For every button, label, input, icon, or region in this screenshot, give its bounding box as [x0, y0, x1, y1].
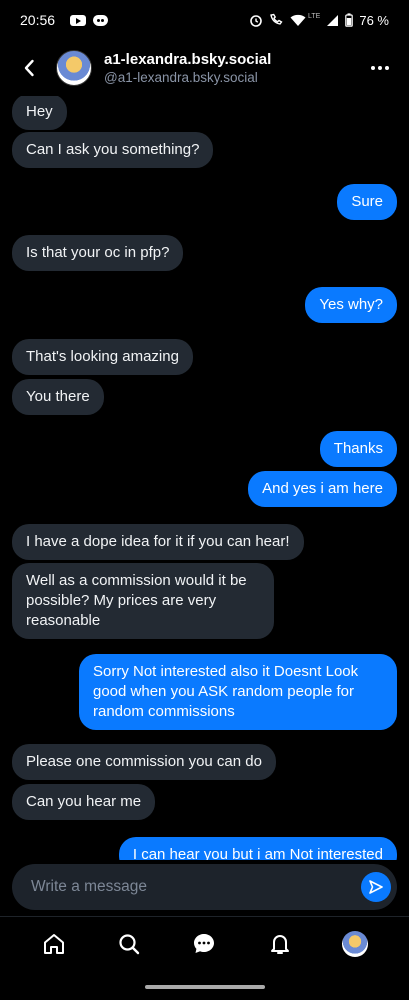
display-name: a1-lexandra.bsky.social — [104, 51, 272, 68]
tab-profile[interactable] — [335, 924, 375, 964]
battery-percentage: 76 % — [359, 12, 389, 28]
conversation-header: a1-lexandra.bsky.social @a1-lexandra.bsk… — [0, 40, 409, 96]
profile-info[interactable]: a1-lexandra.bsky.social @a1-lexandra.bsk… — [104, 51, 271, 85]
message-bubble-incoming[interactable]: Can you hear me — [12, 784, 156, 820]
clock: 20:56 — [20, 12, 56, 28]
cell-signal-icon — [327, 14, 339, 26]
message-bubble-incoming[interactable]: Please one commission you can do — [12, 744, 276, 780]
chat-bubble-icon — [194, 933, 215, 953]
message-bubble-incoming[interactable]: Hey — [12, 96, 67, 130]
message-bubble-incoming[interactable]: Can I ask you something? — [12, 132, 214, 168]
chevron-left-icon — [24, 59, 34, 77]
message-bubble-incoming[interactable]: You there — [12, 379, 104, 415]
send-icon — [369, 880, 383, 894]
message-bubble-outgoing[interactable]: Sure — [337, 184, 397, 220]
dot-icon — [385, 66, 389, 70]
avatar[interactable] — [56, 50, 92, 86]
wifi-call-icon — [270, 13, 283, 25]
tab-home[interactable] — [34, 924, 74, 964]
message-bubble-outgoing[interactable]: I can hear you but i am Not interested — [118, 837, 397, 860]
message-bubble-outgoing[interactable]: Thanks — [319, 431, 397, 467]
back-button[interactable] — [14, 53, 44, 83]
message-bubble-outgoing[interactable]: Yes why? — [305, 287, 397, 323]
profile-avatar — [342, 930, 369, 957]
battery-icon — [345, 13, 354, 27]
bottom-tab-bar — [0, 916, 409, 970]
message-bubble-outgoing[interactable]: Sorry Not interested also it Doesnt Look… — [79, 654, 397, 730]
lte-label: LTE — [308, 12, 321, 20]
alarm-icon — [250, 15, 262, 27]
bell-icon — [270, 934, 289, 954]
wifi-icon — [290, 14, 306, 26]
message-composer — [12, 864, 397, 910]
tab-notifications[interactable] — [260, 924, 300, 964]
message-bubble-incoming[interactable]: That's looking amazing — [12, 339, 193, 375]
handle: @a1-lexandra.bsky.social — [104, 70, 258, 85]
tab-search[interactable] — [109, 924, 149, 964]
status-bar: 20:56 LTE 76 % — [0, 0, 409, 40]
dot-icon — [378, 66, 382, 70]
message-list[interactable]: Hey Can I ask you something? Sure Is tha… — [0, 96, 409, 860]
message-input[interactable] — [31, 878, 361, 896]
message-bubble-incoming[interactable]: Is that your oc in pfp? — [12, 235, 184, 271]
dot-icon — [371, 66, 375, 70]
youtube-notification-icon — [70, 14, 87, 26]
message-bubble-incoming[interactable]: I have a dope idea for it if you can hea… — [12, 524, 304, 560]
discord-notification-icon — [93, 14, 109, 26]
send-button[interactable] — [361, 872, 391, 902]
message-bubble-outgoing[interactable]: And yes i am here — [248, 471, 397, 507]
message-bubble-incoming[interactable]: Well as a commission would it be possibl… — [12, 563, 274, 639]
tab-messages[interactable] — [184, 924, 224, 964]
search-icon — [119, 933, 140, 954]
home-icon — [43, 933, 64, 954]
more-options-button[interactable] — [365, 53, 395, 83]
home-indicator[interactable] — [145, 985, 265, 989]
